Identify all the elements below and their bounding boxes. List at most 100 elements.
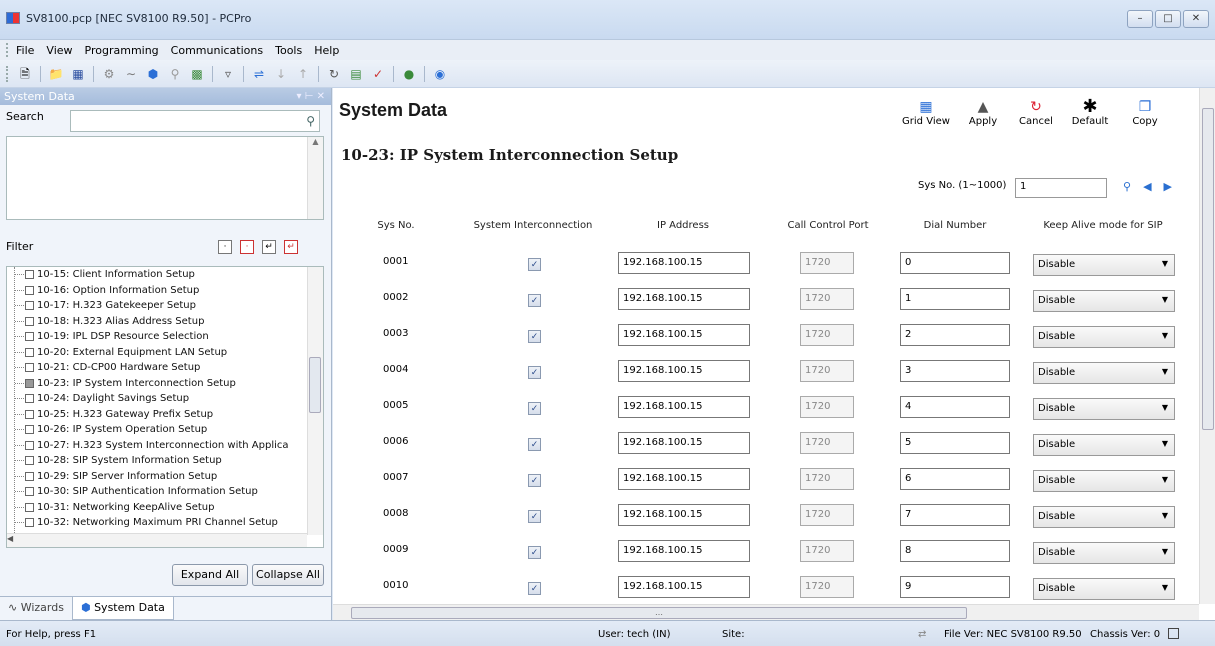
connect-icon[interactable]: ⇌ (250, 65, 268, 83)
results-scrollbar[interactable]: ▲ (307, 137, 323, 219)
hardware-icon[interactable]: ▩ (188, 65, 206, 83)
interconnection-checkbox[interactable]: ✓ (528, 474, 541, 487)
tree-item[interactable]: 10-29: SIP Server Information Setup (7, 469, 323, 485)
keep-alive-select[interactable]: Disable ▼ (1033, 398, 1175, 420)
keep-alive-select[interactable]: Disable ▼ (1033, 434, 1175, 456)
ip-address-field[interactable]: 192.168.100.15 (618, 468, 750, 490)
keep-alive-select[interactable]: Disable ▼ (1033, 470, 1175, 492)
tree-item[interactable]: 10-26: IP System Operation Setup (7, 422, 323, 438)
main-vscroll-thumb[interactable] (1202, 108, 1214, 430)
dial-number-field[interactable]: 0 (900, 252, 1010, 274)
search-results[interactable]: ▲ (6, 136, 324, 220)
close-button[interactable]: ✕ (1183, 10, 1209, 28)
download-icon[interactable]: ↓ (272, 65, 290, 83)
keep-alive-select[interactable]: Disable ▼ (1033, 326, 1175, 348)
search-input[interactable]: ⚲ (70, 110, 320, 132)
cancel-button[interactable]: ↻ Cancel (1016, 98, 1056, 127)
interconnection-checkbox[interactable]: ✓ (528, 582, 541, 595)
filter-icon[interactable]: ▿ (219, 65, 237, 83)
tree-item[interactable]: 10-17: H.323 Gatekeeper Setup (7, 298, 323, 314)
dial-number-field[interactable]: 9 (900, 576, 1010, 598)
tree-item[interactable]: 10-15: Client Information Setup (7, 267, 323, 283)
tree-item[interactable]: 10-24: Daylight Savings Setup (7, 391, 323, 407)
verify-icon[interactable]: ✓ (369, 65, 387, 83)
dial-number-field[interactable]: 4 (900, 396, 1010, 418)
tree-item[interactable]: 10-32: Networking Maximum PRI Channel Se… (7, 515, 323, 531)
refresh-icon[interactable]: ↻ (325, 65, 343, 83)
tree-item[interactable]: 10-21: CD-CP00 Hardware Setup (7, 360, 323, 376)
tree-item[interactable]: 10-19: IPL DSP Resource Selection (7, 329, 323, 345)
tree-item[interactable]: 10-31: Networking KeepAlive Setup (7, 500, 323, 516)
keep-alive-select[interactable]: Disable ▼ (1033, 542, 1175, 564)
maximize-button[interactable]: □ (1155, 10, 1181, 28)
save-icon[interactable]: ▦ (69, 65, 87, 83)
report-icon[interactable]: ▤ (347, 65, 365, 83)
ip-address-field[interactable]: 192.168.100.15 (618, 432, 750, 454)
keep-alive-select[interactable]: Disable ▼ (1033, 254, 1175, 276)
open-folder-icon[interactable]: 📁 (47, 65, 65, 83)
dial-number-field[interactable]: 5 (900, 432, 1010, 454)
sysno-input[interactable]: 1 (1015, 178, 1107, 198)
tree-item[interactable]: 10-18: H.323 Alias Address Setup (7, 314, 323, 330)
tree-scroll-thumb[interactable] (309, 357, 321, 413)
next-icon[interactable]: ▶ (1164, 180, 1172, 193)
wizard-icon[interactable]: ∼ (122, 65, 140, 83)
dial-number-field[interactable]: 7 (900, 504, 1010, 526)
ip-address-field[interactable]: 192.168.100.15 (618, 504, 750, 526)
main-vscrollbar[interactable] (1199, 88, 1215, 604)
dial-number-field[interactable]: 6 (900, 468, 1010, 490)
keep-alive-select[interactable]: Disable ▼ (1033, 506, 1175, 528)
grid-view-button[interactable]: ▦ Grid View (901, 98, 951, 127)
system-data-icon[interactable]: ⬢ (144, 65, 162, 83)
interconnection-checkbox[interactable]: ✓ (528, 330, 541, 343)
new-file-icon[interactable]: 🗎 (16, 65, 34, 83)
tree-item[interactable]: 10-28: SIP System Information Setup (7, 453, 323, 469)
main-hscrollbar[interactable]: … (333, 604, 1199, 620)
tree-item[interactable]: 10-23: IP System Interconnection Setup (7, 376, 323, 392)
tree-item[interactable]: 10-25: H.323 Gateway Prefix Setup (7, 407, 323, 423)
ip-address-field[interactable]: 192.168.100.15 (618, 396, 750, 418)
filter-page-red-icon[interactable]: ↵ (284, 240, 298, 254)
main-hscroll-thumb[interactable]: … (351, 607, 967, 619)
ip-address-field[interactable]: 192.168.100.15 (618, 540, 750, 562)
ip-address-field[interactable]: 192.168.100.15 (618, 324, 750, 346)
dial-number-field[interactable]: 8 (900, 540, 1010, 562)
copy-button[interactable]: ❐ Copy (1125, 98, 1165, 127)
search-icon[interactable]: ⚲ (306, 114, 315, 128)
menu-file[interactable]: File (16, 44, 34, 57)
filter-all-icon[interactable]: · (218, 240, 232, 254)
menu-view[interactable]: View (46, 44, 72, 57)
keep-alive-select[interactable]: Disable ▼ (1033, 290, 1175, 312)
default-button[interactable]: ✱ Default (1067, 98, 1113, 128)
ip-address-field[interactable]: 192.168.100.15 (618, 252, 750, 274)
collapse-all-button[interactable]: Collapse All (252, 564, 324, 586)
panel-header-buttons[interactable]: ▾ ⊢ ✕ (297, 88, 325, 105)
interconnection-checkbox[interactable]: ✓ (528, 510, 541, 523)
ip-address-field[interactable]: 192.168.100.15 (618, 288, 750, 310)
expand-all-button[interactable]: Expand All (172, 564, 248, 586)
keep-alive-select[interactable]: Disable ▼ (1033, 362, 1175, 384)
ip-address-field[interactable]: 192.168.100.15 (618, 360, 750, 382)
settings-icon[interactable]: ⚙ (100, 65, 118, 83)
interconnection-checkbox[interactable]: ✓ (528, 438, 541, 451)
interconnection-checkbox[interactable]: ✓ (528, 366, 541, 379)
menu-tools[interactable]: Tools (275, 44, 302, 57)
menu-communications[interactable]: Communications (171, 44, 263, 57)
search-icon[interactable]: ⚲ (1123, 180, 1131, 193)
interconnection-checkbox[interactable]: ✓ (528, 294, 541, 307)
program-tree[interactable]: 10-15: Client Information Setup 10-16: Op… (6, 266, 324, 548)
tree-scrollbar[interactable] (307, 267, 323, 535)
tree-item[interactable]: 10-20: External Equipment LAN Setup (7, 345, 323, 361)
tree-item[interactable]: 10-27: H.323 System Interconnection with… (7, 438, 323, 454)
tree-item[interactable]: 10-30: SIP Authentication Information Se… (7, 484, 323, 500)
minimize-button[interactable]: – (1127, 10, 1153, 28)
previous-icon[interactable]: ◀ (1143, 180, 1151, 193)
dial-number-field[interactable]: 3 (900, 360, 1010, 382)
keep-alive-select[interactable]: Disable ▼ (1033, 578, 1175, 600)
ip-address-field[interactable]: 192.168.100.15 (618, 576, 750, 598)
dial-number-field[interactable]: 1 (900, 288, 1010, 310)
interconnection-checkbox[interactable]: ✓ (528, 402, 541, 415)
upload-icon[interactable]: ↑ (294, 65, 312, 83)
interconnection-checkbox[interactable]: ✓ (528, 546, 541, 559)
dial-number-field[interactable]: 2 (900, 324, 1010, 346)
